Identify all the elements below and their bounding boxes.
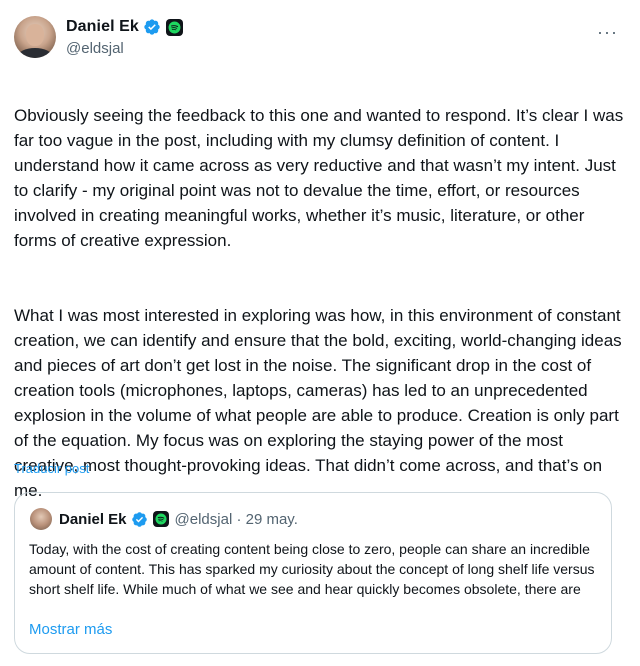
verified-badge-icon[interactable] (143, 18, 161, 36)
author-name[interactable]: Daniel Ek (66, 18, 139, 36)
quoted-author-avatar (30, 508, 52, 530)
quoted-verified-badge-icon (131, 511, 147, 527)
author-name-row: Daniel Ek (66, 16, 183, 38)
quoted-header: Daniel Ek @eldsjal · 29 may. (59, 508, 298, 530)
tweet-paragraph-1: Obviously seeing the feedback to this on… (14, 106, 624, 250)
tweet-paragraph-2: What I was most interested in exploring … (14, 306, 622, 500)
quoted-tweet[interactable]: Daniel Ek @eldsjal · 29 may. Today, with… (14, 492, 612, 654)
tweet: Daniel Ek @eldsjal ··· Obviously seeing … (0, 0, 640, 666)
tweet-text: Obviously seeing the feedback to this on… (14, 78, 624, 528)
spotify-affiliate-icon[interactable] (165, 18, 183, 36)
author-avatar[interactable] (14, 16, 56, 58)
quoted-handle-date: @eldsjal · 29 may. (174, 510, 298, 528)
author-handle[interactable]: @eldsjal (66, 40, 183, 57)
show-more-link[interactable]: Mostrar más (29, 621, 112, 638)
quoted-author-name: Daniel Ek (59, 510, 127, 528)
quoted-spotify-icon (152, 511, 169, 527)
more-options-icon[interactable]: ··· (597, 22, 618, 43)
quoted-text: Today, with the cost of creating content… (29, 541, 595, 597)
author-block: Daniel Ek @eldsjal (66, 16, 183, 57)
translate-post-link[interactable]: Traducir post (14, 461, 89, 476)
